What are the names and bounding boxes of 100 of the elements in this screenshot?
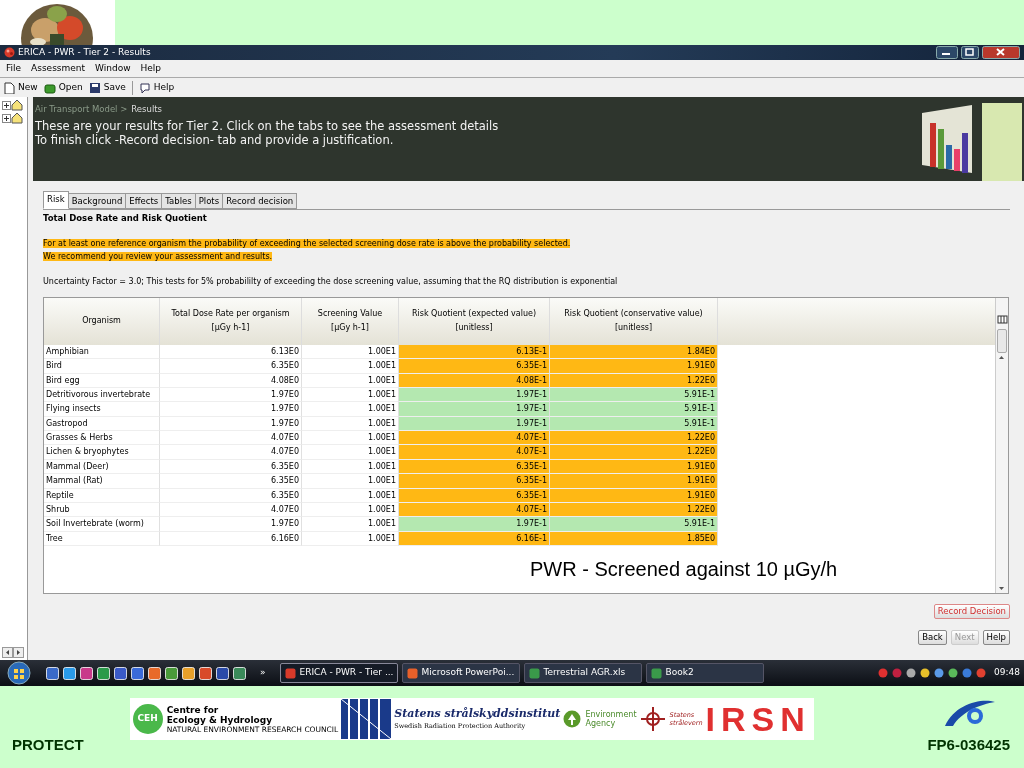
quick-launch-icon[interactable] — [80, 666, 93, 680]
table-cell: Soil Invertebrate (worm) — [44, 517, 160, 532]
taskbar-button[interactable]: ERICA - PWR - Tier ... — [279, 663, 398, 683]
maximize-icon[interactable] — [961, 46, 979, 59]
new-document-icon — [3, 81, 15, 94]
table-cell: Gastropod — [44, 416, 160, 432]
taskbar-button[interactable]: Book2 — [645, 663, 764, 683]
table-cell: 1.97E0 — [160, 416, 302, 432]
toolbar-button[interactable]: New — [3, 80, 38, 95]
header-text: To finish click -Record decision- tab and provide a justification. — [35, 132, 395, 147]
tray-icon[interactable] — [934, 668, 945, 678]
table-cell: 1.22E0 — [550, 445, 718, 460]
close-icon[interactable] — [982, 46, 1020, 59]
tray-icon[interactable] — [906, 668, 917, 678]
scrollbar-thumb[interactable] — [997, 328, 1007, 353]
menu-item[interactable]: Window — [95, 61, 131, 76]
clock: 09:48 — [994, 666, 1020, 680]
expand-icon[interactable] — [2, 113, 11, 123]
annotation-text: PWR - Screened against 10 µGy/h — [530, 556, 838, 582]
app-icon — [284, 667, 296, 679]
tab[interactable]: Record decision — [223, 193, 298, 209]
quick-launch-icon[interactable] — [114, 666, 127, 680]
toolbar-button[interactable]: Help — [138, 80, 175, 95]
quick-launch-icon[interactable] — [182, 666, 195, 680]
tray-icon[interactable] — [948, 668, 959, 678]
tab[interactable]: Background — [68, 193, 127, 209]
toolbar-button[interactable]: Save — [88, 80, 126, 95]
column-header[interactable]: Risk Quotient (conservative value) [unitless] — [550, 297, 718, 345]
nav-button[interactable]: Help — [982, 629, 1010, 645]
tray-icon[interactable] — [976, 668, 987, 678]
app-icon — [4, 47, 15, 58]
table-cell: 4.07E0 — [160, 503, 302, 518]
scroll-left-icon[interactable] — [2, 647, 13, 658]
table-cell: 1.97E-1 — [399, 517, 550, 532]
tab[interactable]: Effects — [126, 193, 163, 209]
quick-launch-icon[interactable] — [148, 666, 161, 680]
taskbar-button[interactable]: Terrestrial AGR.xls — [523, 663, 642, 683]
bar-chart-icon — [922, 103, 1022, 181]
column-header[interactable]: Total Dose Rate per organism [µGy h-1] — [160, 297, 302, 345]
table-cell: 4.08E0 — [160, 373, 302, 388]
table-cell: Detritivorous invertebrate — [44, 387, 160, 403]
table-cell: Lichen & bryophytes — [44, 445, 160, 460]
menu-item[interactable]: File — [6, 61, 22, 76]
table-cell: 6.13E0 — [160, 344, 302, 360]
table-cell: Amphibian — [44, 344, 160, 360]
warning-text: For at least one reference organism the probability of exceeding the selected screening dose rate is above the probability selected. — [43, 238, 571, 248]
footer-text: FP6-036425 — [927, 735, 1010, 755]
expand-icon[interactable] — [2, 100, 11, 110]
table-cell: Tree — [44, 531, 160, 547]
table-cell: 4.07E-1 — [399, 431, 550, 446]
scroll-right-icon[interactable] — [13, 647, 24, 658]
app-icon — [406, 667, 418, 679]
table-cell: 4.07E-1 — [399, 503, 550, 518]
breadcrumb-current: Results — [131, 103, 162, 116]
quick-launch-icon[interactable] — [216, 666, 229, 680]
column-header[interactable]: Screening Value [µGy h-1] — [302, 297, 399, 345]
tab[interactable]: Risk — [43, 191, 69, 209]
app-icon — [528, 667, 540, 679]
column-header[interactable]: Risk Quotient (expected value) [unitless] — [399, 297, 550, 345]
house-icon[interactable] — [11, 99, 23, 111]
breadcrumb-link[interactable]: Air Transport Model > — [35, 103, 128, 116]
tray-icon[interactable] — [962, 668, 973, 678]
quick-launch-icon[interactable] — [199, 666, 212, 680]
section-title: Total Dose Rate and Risk Quotient — [43, 212, 208, 225]
quick-launch-icon[interactable] — [97, 666, 110, 680]
tab[interactable]: Tables — [162, 193, 196, 209]
table-cell: 1.22E0 — [550, 431, 718, 446]
table-cell: 6.35E0 — [160, 359, 302, 374]
quick-launch-icon[interactable] — [165, 666, 178, 680]
window-title: ERICA - PWR - Tier 2 - Results — [18, 45, 151, 59]
column-header[interactable]: Organism — [44, 297, 160, 345]
toolbar-button[interactable]: Open — [43, 80, 83, 95]
table-cell: Bird egg — [44, 373, 160, 388]
table-cell: Reptile — [44, 488, 160, 504]
table-cell: Bird — [44, 359, 160, 374]
nav-button[interactable]: Back — [918, 629, 947, 645]
table-cell: Flying insects — [44, 402, 160, 417]
table-cell: Mammal (Deer) — [44, 459, 160, 475]
quick-launch-icon[interactable] — [63, 666, 76, 680]
start-orb-icon[interactable] — [4, 661, 34, 685]
table-cell: 6.35E0 — [160, 459, 302, 475]
record-decision-button[interactable]: Record Decision — [933, 603, 1010, 619]
quick-launch-icon[interactable] — [131, 666, 144, 680]
column-chooser-icon[interactable] — [997, 313, 1008, 325]
warning-text: We recommend you review your assessment and results. — [43, 252, 273, 262]
menu-item[interactable]: Help — [140, 61, 162, 76]
partner-logo: IRSN — [705, 700, 811, 738]
minimize-icon[interactable] — [936, 46, 958, 59]
speech-bubble-icon — [138, 81, 151, 94]
tray-icon[interactable] — [920, 668, 931, 678]
quick-launch-icon[interactable] — [233, 666, 246, 680]
footer-text: PROTECT — [12, 735, 84, 755]
menu-item[interactable]: Assessment — [31, 61, 86, 76]
tab[interactable]: Plots — [195, 193, 224, 209]
taskbar-button[interactable]: Microsoft PowerPoi... — [401, 663, 520, 683]
quick-launch-icon[interactable] — [46, 666, 59, 680]
overflow-chevron[interactable]: » — [260, 666, 266, 680]
table-cell: 6.35E-1 — [399, 359, 550, 374]
table-cell: 1.97E0 — [160, 387, 302, 403]
house-icon[interactable] — [11, 112, 23, 124]
